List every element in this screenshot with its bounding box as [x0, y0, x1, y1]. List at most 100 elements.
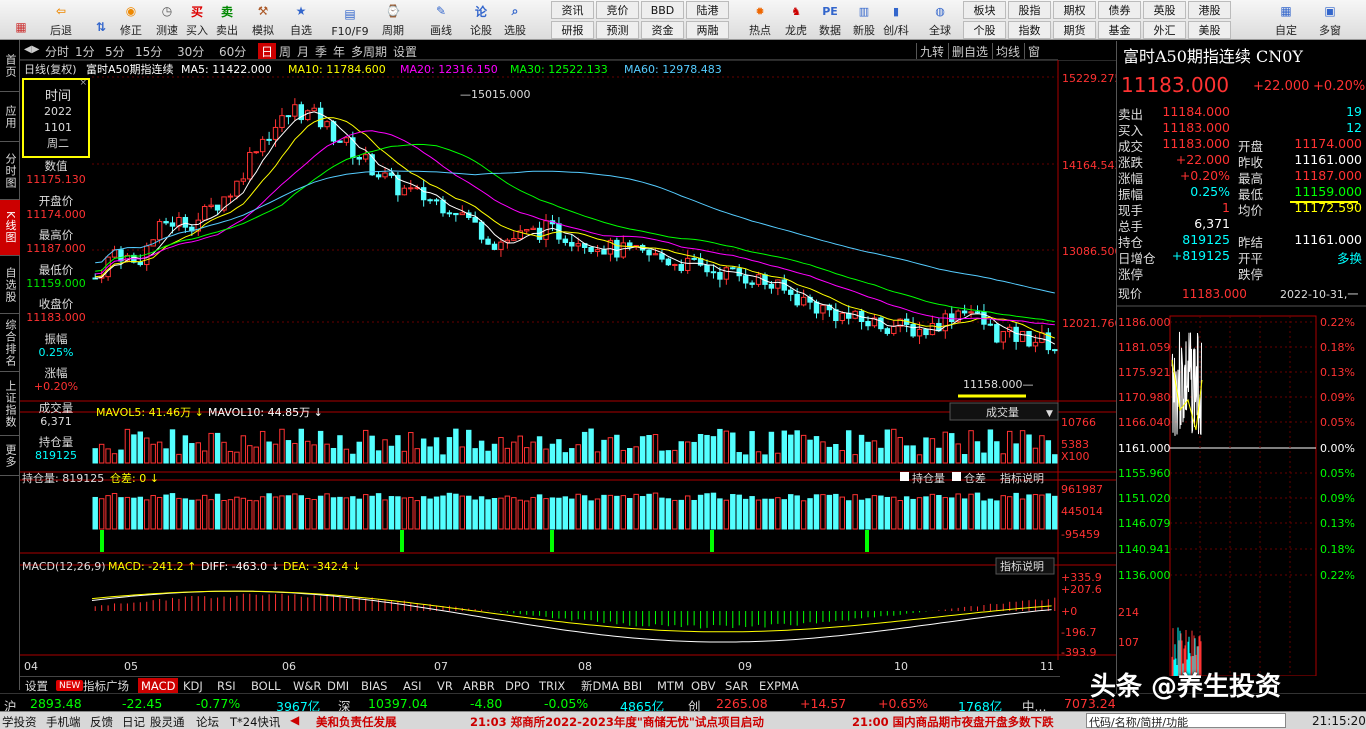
indicator-tab-VR[interactable]: VR: [434, 678, 456, 693]
period-年[interactable]: 年: [330, 43, 348, 59]
indicator-tab-MACD[interactable]: MACD: [138, 678, 179, 693]
indicator-tab-SAR[interactable]: SAR: [722, 678, 751, 693]
indicator-tab-BOLL[interactable]: BOLL: [248, 678, 284, 693]
toolbar-tab-button[interactable]: BBD: [641, 1, 684, 19]
toolbar-tab-button[interactable]: 基金: [1098, 21, 1141, 39]
chart-tool-button[interactable]: 均线: [992, 43, 1023, 59]
toolbar-period-button[interactable]: ⌚ 周期: [376, 0, 410, 40]
chart-tool-button[interactable]: 九转: [916, 43, 947, 59]
intraday-chart[interactable]: 现价 11183.000 2022-10-31,一 1186.000 1181.059 1…: [1116, 280, 1366, 676]
toolbar-newstock-button[interactable]: ▥ 新股: [846, 0, 882, 40]
toolbar-tab-button[interactable]: 美股: [1188, 21, 1231, 39]
toolbar-clock-button[interactable]: ◷ 测速: [150, 0, 184, 40]
close-icon[interactable]: ×: [79, 78, 87, 88]
status-link[interactable]: T*24快讯: [230, 714, 280, 729]
toolbar-pe-button[interactable]: PE 数据: [812, 0, 848, 40]
status-link[interactable]: 学投资: [2, 714, 37, 729]
toolbar-pen-button[interactable]: ✎ 画线: [424, 0, 458, 40]
diff-checkbox[interactable]: [952, 472, 961, 481]
toolbar-tab-button[interactable]: 期货: [1053, 21, 1096, 39]
toolbar-tab-button[interactable]: 资讯: [551, 1, 594, 19]
status-link[interactable]: 股灵通: [150, 714, 185, 729]
news-ticker-2[interactable]: 21:03 郑商所2022-2023年度"商储无忧"试点项目启动: [470, 714, 764, 729]
left-tab-1[interactable]: 应用: [0, 92, 20, 142]
indicator-tab-TRIX[interactable]: TRIX: [536, 678, 568, 693]
toolbar-correct-button[interactable]: ◉ 修正: [114, 0, 148, 40]
toolbar-tab-button[interactable]: 股指: [1008, 1, 1051, 19]
news-ticker-3[interactable]: 21:00 国内商品期市夜盘开盘多数下跌: [852, 714, 1054, 729]
period-多周期[interactable]: 多周期: [348, 43, 390, 59]
toolbar-back-arrow-button[interactable]: ⇦ 后退: [44, 0, 78, 40]
left-tab-4[interactable]: 自选股: [0, 256, 20, 314]
indicator-tab-指标广场[interactable]: 指标广场: [80, 678, 132, 693]
toolbar-buy-button[interactable]: 买买入: [180, 0, 214, 40]
toolbar-tab-button[interactable]: 英股: [1143, 1, 1186, 19]
indicator-tab-新DMA[interactable]: 新DMA: [578, 678, 622, 693]
oi-help-button[interactable]: 指标说明: [1000, 471, 1044, 485]
toolbar-tab-button[interactable]: 研报: [551, 21, 594, 39]
toolbar-tab-button[interactable]: 期权: [1053, 1, 1096, 19]
toolbar-hammer-button[interactable]: ⚒ 模拟: [246, 0, 280, 40]
indicator-tab-OBV[interactable]: OBV: [688, 678, 718, 693]
period-15分[interactable]: 15分: [132, 43, 165, 59]
indicator-tab-DPO[interactable]: DPO: [502, 678, 533, 693]
toolbar-tab-button[interactable]: 板块: [963, 1, 1006, 19]
indicator-tab-KDJ[interactable]: KDJ: [180, 678, 206, 693]
toolbar-hot-button[interactable]: ✹ 热点: [742, 0, 778, 40]
toolbar-window-button[interactable]: ▤ F10/F9: [326, 0, 374, 40]
toolbar-custom-button[interactable]: ▦ 自定: [1266, 0, 1306, 40]
toolbar-search-button[interactable]: ⌕ 选股: [498, 0, 532, 40]
period-30分[interactable]: 30分: [174, 43, 207, 59]
toolbar-tab-button[interactable]: 指数: [1008, 21, 1051, 39]
left-tab-3[interactable]: K线图: [0, 200, 20, 256]
period-1分[interactable]: 1分: [72, 43, 98, 59]
left-tab-0[interactable]: 首页: [0, 40, 20, 92]
period-周[interactable]: 周: [276, 43, 294, 59]
indicator-tab-ARBR[interactable]: ARBR: [460, 678, 498, 693]
toolbar-multiwindow-button[interactable]: ▣ 多窗: [1310, 0, 1350, 40]
toolbar-tab-button[interactable]: 外汇: [1143, 21, 1186, 39]
toolbar-tab-button[interactable]: 个股: [963, 21, 1006, 39]
indicator-tab-BBI[interactable]: BBI: [620, 678, 645, 693]
chart-tool-button[interactable]: 窗: [1024, 43, 1043, 59]
kline-chart[interactable]: 日线(复权) 富时A50期指连续 MA5: 11422.000 MA10: 11784…: [20, 60, 1118, 676]
period-60分[interactable]: 60分: [216, 43, 249, 59]
status-link[interactable]: 反馈: [90, 714, 113, 729]
nav-arrows-icon[interactable]: ◀▶: [24, 44, 39, 55]
left-tab-2[interactable]: 分时图: [0, 142, 20, 200]
status-link[interactable]: 日记: [122, 714, 145, 729]
period-分时[interactable]: 分时: [42, 43, 72, 59]
period-设置[interactable]: 设置: [390, 43, 420, 59]
search-input[interactable]: 代码/名称/简拼/功能: [1086, 713, 1286, 729]
indicator-tab-W&R[interactable]: W&R: [290, 678, 324, 693]
indicator-tab-设置[interactable]: 设置: [22, 678, 51, 693]
toolbar-grid-button[interactable]: ▦: [4, 0, 38, 40]
period-日[interactable]: 日: [258, 43, 277, 59]
toolbar-bar-button[interactable]: ▮ 创/科: [878, 0, 914, 40]
indicator-tab-EXPMA[interactable]: EXPMA: [756, 678, 802, 693]
toolbar-star-button[interactable]: ★ 自选: [284, 0, 318, 40]
left-tab-7[interactable]: 更多: [0, 436, 20, 476]
toolbar-tab-button[interactable]: 两融: [686, 21, 729, 39]
left-tab-5[interactable]: 综合排名: [0, 314, 20, 372]
status-link[interactable]: 手机端: [46, 714, 81, 729]
toolbar-tab-button[interactable]: 陆港: [686, 1, 729, 19]
indicator-tab-DMI[interactable]: DMI: [324, 678, 352, 693]
chart-tool-button[interactable]: 删自选: [948, 43, 991, 59]
news-ticker-1[interactable]: 美和负责任发展: [316, 714, 397, 729]
left-tab-6[interactable]: 上证指数: [0, 372, 20, 436]
toolbar-tab-button[interactable]: 债券: [1098, 1, 1141, 19]
oi-checkbox[interactable]: [900, 472, 909, 481]
indicator-tab-BIAS[interactable]: BIAS: [358, 678, 390, 693]
indicator-tab-ASI[interactable]: ASI: [400, 678, 425, 693]
status-link[interactable]: 论坛: [196, 714, 219, 729]
toolbar-sell-button[interactable]: 卖卖出: [210, 0, 244, 40]
period-季[interactable]: 季: [312, 43, 330, 59]
indicator-tab-RSI[interactable]: RSI: [214, 678, 239, 693]
toolbar-tab-button[interactable]: 竞价: [596, 1, 639, 19]
toolbar-globe-button[interactable]: ◍ 全球: [922, 0, 958, 40]
period-5分[interactable]: 5分: [102, 43, 128, 59]
period-月[interactable]: 月: [294, 43, 312, 59]
toolbar-discuss-button[interactable]: 论论股: [464, 0, 498, 40]
toolbar-tab-button[interactable]: 预测: [596, 21, 639, 39]
